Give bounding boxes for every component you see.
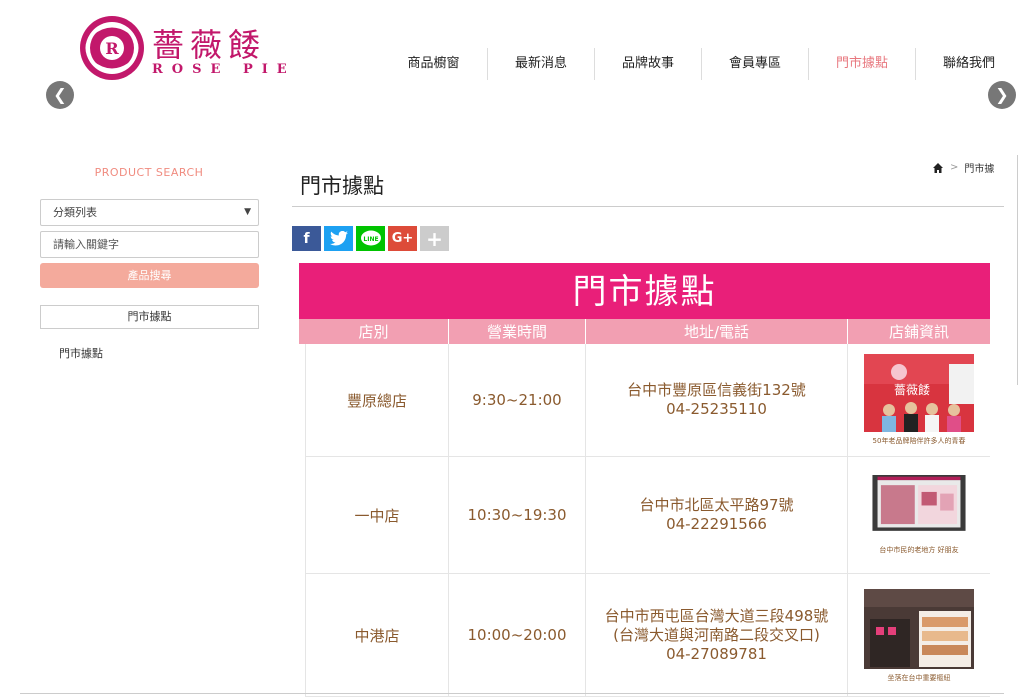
store-hours: 10:30~19:30 — [449, 457, 586, 573]
table-row: 一中店 10:30~19:30 台中市北區太平路97號 04-22291566 … — [306, 457, 990, 574]
more-share-icon[interactable]: + — [420, 226, 449, 251]
google-plus-share-icon[interactable]: G+ — [388, 226, 417, 251]
footer-divider — [20, 693, 1004, 694]
store-photo[interactable]: 薔薇餧 — [864, 354, 974, 432]
nav-item-news[interactable]: 最新消息 — [487, 48, 594, 80]
caret-down-icon: ▼ — [244, 207, 251, 217]
store-info: 台中市民的老地方 好朋友 — [848, 457, 990, 573]
store-phone: 04-27089781 — [666, 644, 767, 663]
stores-table-header: 店別 營業時間 地址/電話 店鋪資訊 — [299, 319, 990, 344]
store-photo[interactable] — [864, 587, 974, 669]
brand-name-en: ROSE PIE — [152, 62, 296, 77]
svg-text:薔薇餧: 薔薇餧 — [894, 382, 930, 397]
store-info: 坐落在台中重要樞紐 — [848, 574, 990, 696]
twitter-bird-icon — [329, 231, 348, 246]
store-address-line-2: (台灣大道與河南路二段交叉口) — [613, 625, 820, 644]
nav-item-brand-story[interactable]: 品牌故事 — [594, 48, 701, 80]
header-info: 店鋪資訊 — [888, 323, 949, 341]
store-photo[interactable] — [864, 475, 974, 541]
store-name: 一中店 — [306, 457, 449, 573]
store-hours: 10:00~20:00 — [449, 574, 586, 696]
rose-logo-icon: R — [80, 16, 144, 80]
breadcrumb-separator: > — [950, 162, 959, 173]
main-nav: 商品櫥窗 最新消息 品牌故事 會員專區 門市據點 聯絡我們 — [380, 48, 1022, 80]
header-address: 地址/電話 — [586, 319, 848, 344]
product-search-button[interactable]: 產品搜尋 — [40, 263, 259, 288]
store-address: 台中市北區太平路97號 04-22291566 — [586, 457, 848, 573]
breadcrumb: > 門市據 — [932, 160, 994, 175]
line-share-icon[interactable]: LINE — [356, 226, 385, 251]
sidebar-link-stores[interactable]: 門市據點 — [59, 345, 103, 361]
table-row: 豐原總店 9:30~21:00 台中市豐原區信義街132號 04-2523511… — [306, 344, 990, 457]
twitter-share-icon[interactable] — [324, 226, 353, 251]
keyword-input[interactable] — [40, 231, 259, 258]
facebook-share-icon[interactable]: f — [292, 226, 321, 251]
store-info: 薔薇餧 50年老品牌陪伴許多人的青春 — [848, 344, 990, 456]
category-box[interactable]: 門市據點 — [40, 305, 259, 329]
page-title: 門市據點 — [300, 174, 384, 198]
stores-banner: 門市據點 — [299, 263, 990, 319]
store-photo-caption: 坐落在台中重要樞紐 — [887, 674, 951, 682]
header-hours: 營業時間 — [449, 319, 586, 344]
store-address-line: 台中市豐原區信義街132號 — [627, 381, 806, 399]
table-row: 中港店 10:00~20:00 台中市西屯區台灣大道三段498號 (台灣大道與河… — [306, 574, 990, 697]
breadcrumb-current: 門市據 — [964, 164, 995, 175]
store-phone: 04-25235110 — [666, 400, 767, 418]
store-phone: 04-22291566 — [666, 515, 767, 533]
line-bubble-icon: LINE — [360, 230, 381, 245]
store-address-line: 台中市北區太平路97號 — [639, 496, 794, 514]
store-name: 豐原總店 — [306, 344, 449, 456]
store-photo-caption: 50年老品牌陪伴許多人的青春 — [872, 437, 966, 445]
product-search-title: PRODUCT SEARCH — [94, 166, 204, 179]
store-address: 台中市豐原區信義街132號 04-25235110 — [586, 344, 848, 456]
store-address: 台中市西屯區台灣大道三段498號 (台灣大道與河南路二段交叉口) 04-2708… — [586, 574, 848, 696]
right-edge-divider — [1017, 155, 1018, 385]
svg-text:R: R — [105, 39, 119, 58]
title-divider — [292, 206, 1004, 207]
brand-logo[interactable]: R 薔薇餧 ROSE PIE — [78, 14, 298, 82]
nav-item-members[interactable]: 會員專區 — [701, 48, 808, 80]
store-name: 中港店 — [306, 574, 449, 696]
store-photo-caption: 台中市民的老地方 好朋友 — [879, 546, 959, 554]
home-icon[interactable] — [932, 162, 944, 174]
header-store: 店別 — [299, 319, 449, 344]
category-select-value: 分類列表 — [53, 206, 97, 219]
nav-item-products[interactable]: 商品櫥窗 — [380, 48, 487, 80]
nav-item-contact[interactable]: 聯絡我們 — [915, 48, 1022, 80]
store-hours: 9:30~21:00 — [449, 344, 586, 456]
chevron-right-icon[interactable]: ❯ — [988, 81, 1016, 109]
share-bar: f LINE G+ + — [292, 226, 449, 251]
store-address-line: 台中市西屯區台灣大道三段498號 — [604, 606, 829, 625]
category-select[interactable]: 分類列表 ▼ — [40, 199, 259, 226]
chevron-left-icon[interactable]: ❮ — [46, 81, 74, 109]
brand-name-cn: 薔薇餧 — [152, 26, 267, 64]
nav-item-stores[interactable]: 門市據點 — [808, 48, 915, 80]
line-logo-text: LINE — [363, 236, 378, 243]
